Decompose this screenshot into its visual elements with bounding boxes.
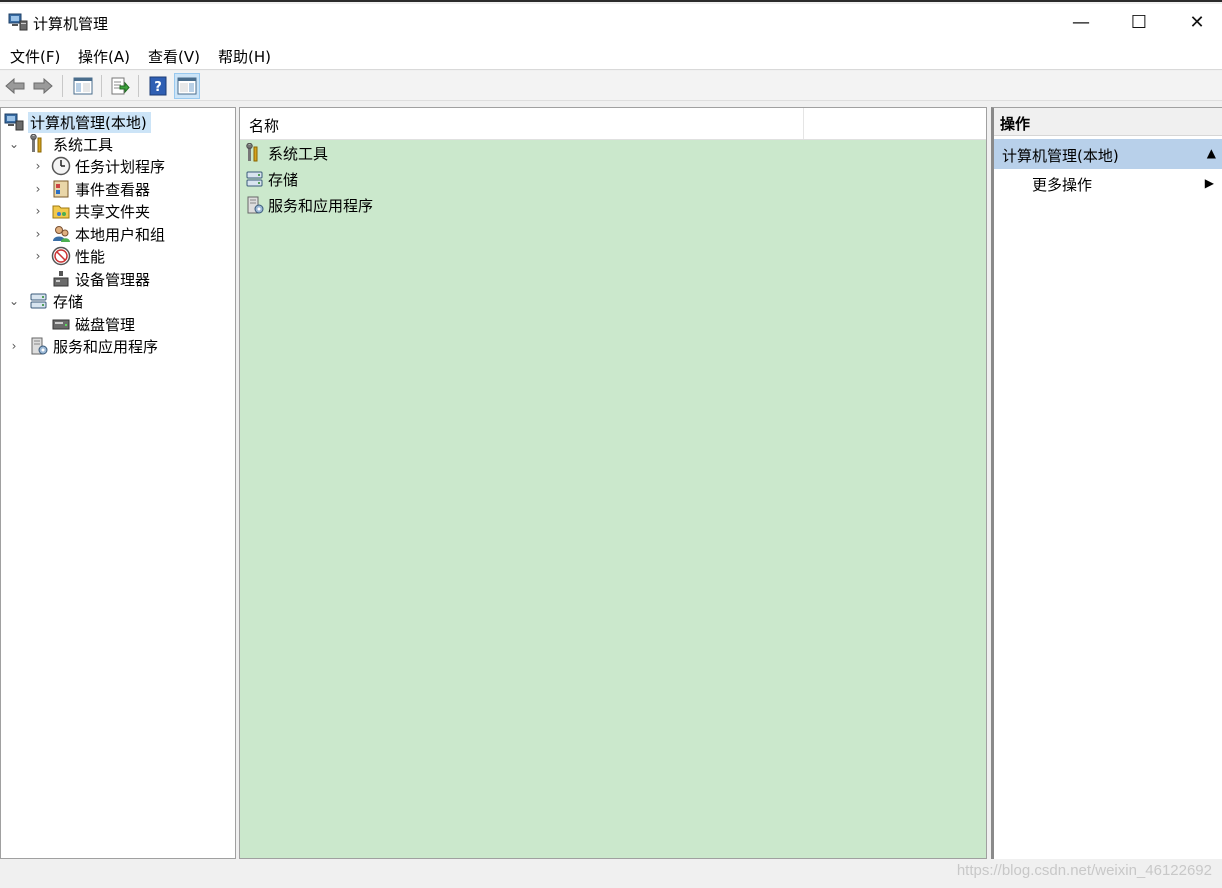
tree-label-storage: 存储 [53,292,84,311]
menu-file[interactable]: 文件(F) [10,46,60,67]
window-title: 计算机管理 [33,15,109,33]
tree-item-system-tools[interactable]: ⌄ 系统工具 [7,133,113,155]
chevron-right-icon[interactable]: › [31,204,45,218]
column-header: 名称 [240,108,986,140]
more-actions-item[interactable]: 更多操作 [1032,174,1092,195]
close-button[interactable]: ✕ [1168,4,1222,40]
maximize-icon: ☐ [1130,11,1148,33]
computer-management-icon [8,13,28,31]
help-button[interactable]: ? [145,73,171,99]
tools-icon [30,134,42,153]
tools-icon [246,143,258,162]
minimize-button[interactable]: — [1052,4,1110,40]
services-icon [247,196,264,214]
collapse-up-icon[interactable]: ▲ [1207,146,1216,160]
svg-text:?: ? [154,80,162,95]
status-bar: https://blog.csdn.net/weixin_46122692 [0,860,1222,888]
title-bar: 计算机管理 — ☐ ✕ [0,4,1222,40]
show-hide-action-pane-icon [177,77,197,95]
column-divider[interactable] [803,108,804,139]
tree-label-task-scheduler: 任务计划程序 [75,157,166,176]
export-list-button[interactable] [107,73,133,99]
close-icon: ✕ [1189,11,1205,33]
actions-group-header[interactable]: 计算机管理(本地) ▲ [994,139,1222,169]
maximize-button[interactable]: ☐ [1110,4,1168,40]
tree-item-performance[interactable]: › 性能 [31,245,105,267]
list-item-label: 服务和应用程序 [268,196,374,215]
tree-item-root[interactable]: 计算机管理(本地) [4,111,151,133]
console-tree: 计算机管理(本地) ⌄ 系统工具 › 任务计划程序 › 事件查看器 › 共享文件… [0,107,236,859]
back-button[interactable] [2,73,28,99]
chevron-right-icon[interactable]: › [31,159,45,173]
watermark-text: https://blog.csdn.net/weixin_46122692 [956,862,1212,879]
tree-label-services-apps: 服务和应用程序 [53,337,159,356]
tree-item-event-viewer[interactable]: › 事件查看器 [31,178,150,200]
menu-help[interactable]: 帮助(H) [218,46,271,67]
actions-header: 操作 [994,108,1222,136]
chevron-right-icon[interactable]: › [31,182,45,196]
toolbar-separator [138,75,139,97]
toolbar: ? [0,71,1222,101]
tree-item-shared-folders[interactable]: › 共享文件夹 [31,200,150,222]
tree-label-device-manager: 设备管理器 [75,270,151,289]
results-pane: 名称 系统工具 存储 服务和应用程序 [239,107,987,859]
chevron-down-icon[interactable]: ⌄ [7,294,21,308]
chevron-down-icon[interactable]: ⌄ [7,137,21,151]
tree-label-event-viewer: 事件查看器 [75,180,151,199]
menu-view[interactable]: 查看(V) [148,46,200,67]
menu-action[interactable]: 操作(A) [78,46,130,67]
storage-icon [30,293,47,309]
show-hide-console-tree-button[interactable] [70,73,96,99]
tree-item-storage[interactable]: ⌄ 存储 [7,290,83,312]
back-icon [5,78,25,94]
toolbar-separator [62,75,63,97]
tree-item-local-users[interactable]: › 本地用户和组 [31,223,165,245]
minimize-icon: — [1072,11,1090,33]
tree-item-disk-management[interactable]: 磁盘管理 [31,313,135,335]
submenu-arrow-icon: ▶ [1204,176,1214,190]
disk-icon [52,319,70,330]
column-header-name[interactable]: 名称 [249,115,279,136]
chevron-right-icon[interactable]: › [31,249,45,263]
tree-label-performance: 性能 [75,247,106,266]
actions-pane: 操作 计算机管理(本地) ▲ 更多操作 ▶ [991,107,1222,859]
forward-icon [33,78,53,94]
show-hide-console-tree-icon [73,77,93,95]
shared-folder-icon [52,205,70,219]
device-manager-icon [53,271,69,287]
show-hide-action-pane-button[interactable] [174,73,200,99]
actions-group-label: 计算机管理(本地) [1002,147,1119,165]
chevron-right-icon[interactable]: › [7,339,21,353]
help-icon: ? [149,76,167,96]
computer-management-window: 计算机管理 — ☐ ✕ 文件(F) 操作(A) 查看(V) 帮助(H) ? 计算… [0,0,1222,888]
clock-icon [51,156,71,176]
list-item[interactable]: 存储 [245,167,298,191]
tree-label-system-tools: 系统工具 [53,135,114,154]
export-list-icon [111,77,130,95]
tree-label-shared-folders: 共享文件夹 [75,202,151,221]
tree-item-task-scheduler[interactable]: › 任务计划程序 [31,155,165,177]
list-item-label: 存储 [268,170,299,189]
event-viewer-icon [53,180,69,198]
forward-button[interactable] [30,73,56,99]
services-icon [31,337,48,355]
menu-bar: 文件(F) 操作(A) 查看(V) 帮助(H) [0,40,1222,70]
chevron-right-icon[interactable]: › [31,227,45,241]
toolbar-separator [101,75,102,97]
performance-icon [51,246,71,266]
list-item[interactable]: 服务和应用程序 [245,193,373,217]
computer-management-icon [4,113,24,131]
list-item[interactable]: 系统工具 [245,141,328,165]
tree-label-local-users: 本地用户和组 [75,225,166,244]
tree-item-device-manager[interactable]: 设备管理器 [31,268,150,290]
list-item-label: 系统工具 [268,144,329,163]
users-icon [53,226,70,242]
tree-item-services-apps[interactable]: › 服务和应用程序 [7,335,158,357]
tree-label-root: 计算机管理(本地) [28,111,151,133]
storage-icon [246,171,263,187]
tree-label-disk-management: 磁盘管理 [75,315,136,334]
